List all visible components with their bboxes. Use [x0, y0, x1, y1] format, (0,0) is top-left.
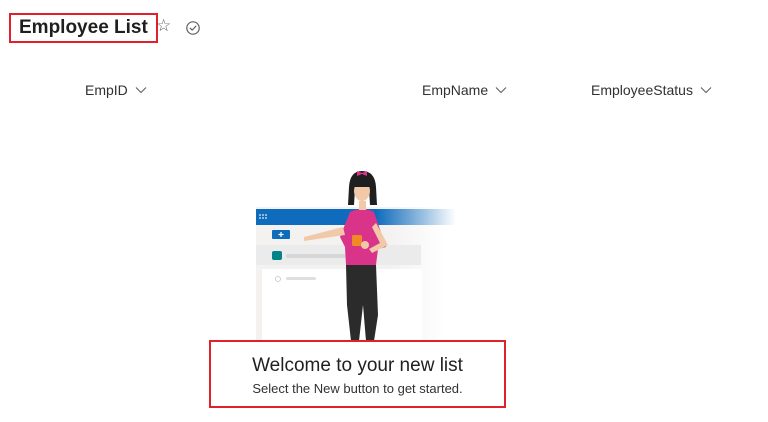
empty-list-illustration [256, 171, 456, 345]
column-header-employeestatus[interactable]: EmployeeStatus [591, 80, 712, 100]
column-header-label: EmpID [85, 82, 128, 98]
column-header-label: EmpName [422, 82, 489, 98]
column-header-empname[interactable]: EmpName [422, 80, 507, 100]
empty-state-subtitle: Select the New button to get started. [252, 381, 463, 396]
chevron-down-icon [700, 87, 712, 94]
chevron-down-icon [135, 87, 147, 94]
page-title[interactable]: Employee List [19, 17, 148, 39]
column-header-empid[interactable]: EmpID [85, 80, 147, 100]
empty-state-title: Welcome to your new list [252, 355, 463, 376]
star-icon[interactable]: ☆ [156, 17, 174, 35]
list-title-highlight: Employee List [9, 13, 158, 43]
chevron-down-icon [495, 87, 507, 94]
column-header-label: EmployeeStatus [591, 82, 693, 98]
list-page: Employee List ☆ EmpID EmpName EmployeeSt… [0, 0, 768, 422]
empty-state-message: Welcome to your new list Select the New … [209, 340, 506, 408]
check-circle-icon[interactable] [185, 20, 201, 36]
